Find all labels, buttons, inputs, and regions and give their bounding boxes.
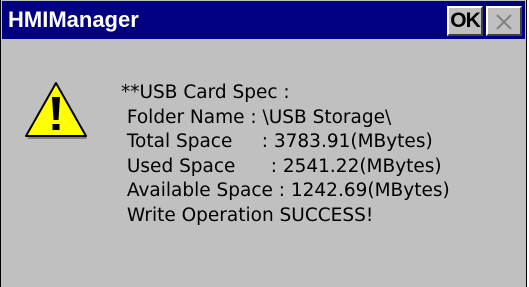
message-line: Total Space : 3783.91(MBytes) [121, 131, 433, 153]
ok-button[interactable]: OK [447, 6, 483, 36]
message-line: Available Space : 1242.69(MBytes) [121, 180, 450, 202]
close-button[interactable] [486, 6, 522, 36]
message-line: **USB Card Spec : [121, 82, 290, 103]
message-line: Folder Name : \USB Storage\ [121, 106, 392, 128]
close-icon [496, 14, 512, 30]
warning-icon [25, 82, 87, 139]
message-line: Used Space : 2541.22(MBytes) [121, 155, 442, 177]
message-dialog: HMIManager OK **USB Card Spec : Folder N… [0, 0, 527, 287]
dialog-title: HMIManager [8, 7, 139, 32]
message-line: Write Operation SUCCESS! [121, 204, 374, 226]
dialog-titlebar[interactable]: HMIManager OK [2, 1, 525, 39]
dialog-message: **USB Card Spec : Folder Name : \USB Sto… [121, 81, 450, 229]
